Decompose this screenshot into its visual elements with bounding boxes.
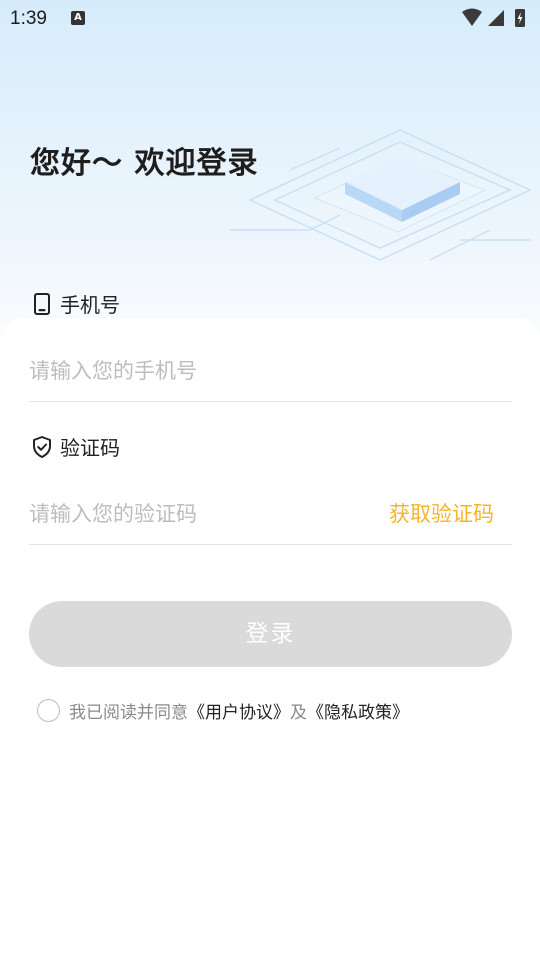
code-label-text: 验证码	[60, 436, 120, 460]
user-agreement-link[interactable]: 《用户协议》	[188, 698, 290, 723]
status-bar: 1:39 A	[0, 0, 540, 36]
wifi-icon	[462, 8, 482, 26]
mobile-phone-icon	[34, 292, 50, 315]
agreement-row: 我已阅读并同意 《用户协议》 及 《隐私政策》	[37, 698, 409, 723]
notification-a-icon: A	[71, 11, 85, 25]
page-title: 您好～ 欢迎登录	[30, 146, 259, 181]
shield-check-icon	[33, 435, 51, 458]
code-field-label: 验证码	[30, 432, 120, 461]
agreement-checkbox[interactable]	[37, 699, 60, 722]
tech-chip-illustration	[230, 129, 532, 261]
privacy-policy-link[interactable]: 《隐私政策》	[307, 698, 409, 723]
phone-field-label: 手机号	[30, 289, 120, 318]
status-time: 1:39	[10, 8, 47, 29]
agreement-prefix: 我已阅读并同意	[69, 703, 188, 723]
phone-label-text: 手机号	[60, 293, 120, 317]
agreement-and: 及	[290, 703, 307, 723]
signal-icon	[488, 10, 504, 26]
phone-input[interactable]	[29, 342, 359, 400]
code-input-row: 获取验证码	[29, 485, 512, 545]
verification-code-input[interactable]	[29, 485, 359, 543]
login-button[interactable]: 登录	[29, 601, 512, 667]
phone-input-row	[29, 342, 512, 402]
status-icons	[462, 8, 525, 27]
get-code-button[interactable]: 获取验证码	[389, 498, 494, 528]
